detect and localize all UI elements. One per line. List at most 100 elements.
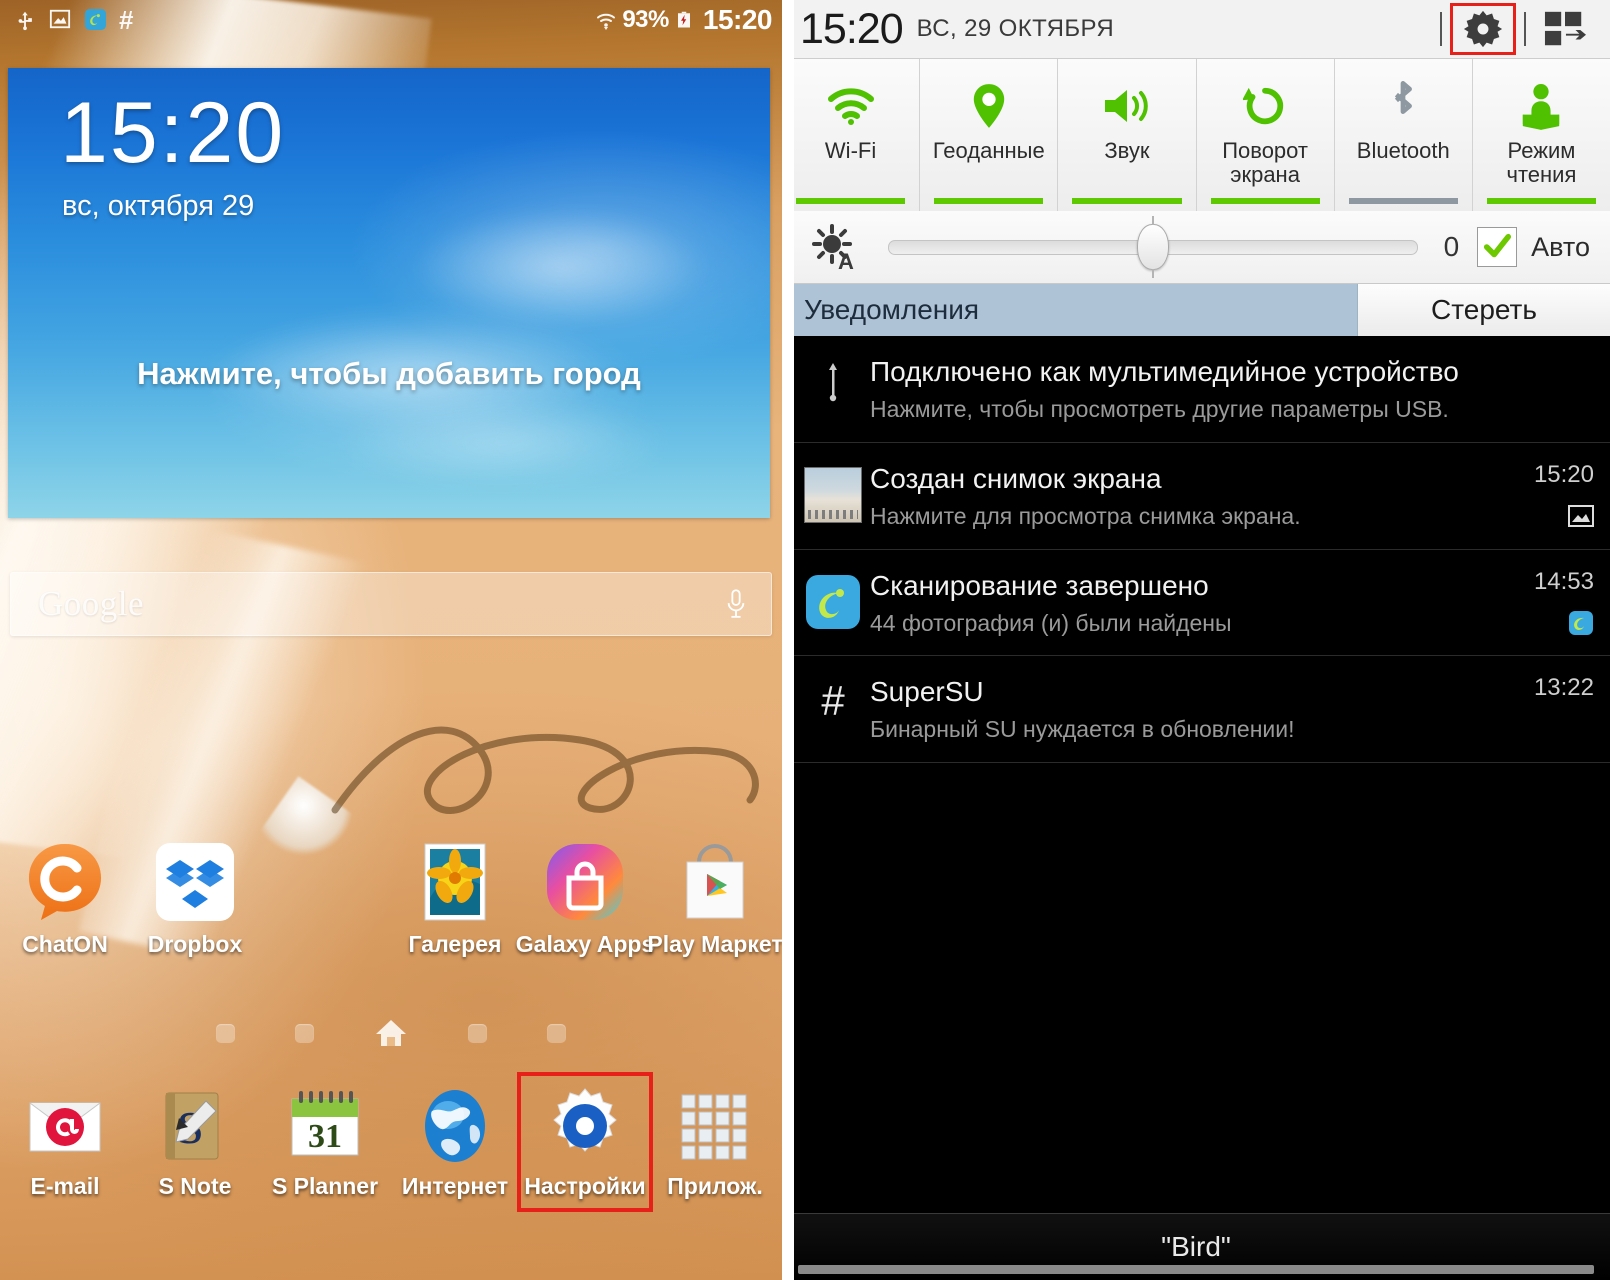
notification-time: 15:20 [1533,460,1594,488]
notification-item[interactable]: Подключено как мультимедийное устройство… [782,336,1610,443]
toggle-location[interactable]: Геоданные [920,59,1059,211]
page-dot[interactable] [468,1023,487,1043]
location-pin-icon [970,77,1008,135]
slider-knob[interactable] [1136,216,1169,278]
dock-item-internet[interactable]: Интернет [390,1085,520,1200]
app-label: Galaxy Apps [515,931,655,957]
app-label: Галерея [408,931,502,957]
dock-label: E-mail [30,1173,100,1199]
status-bar-right: 93% 15:20 [594,4,782,36]
dropbox-icon [153,840,237,924]
widget-add-city-prompt[interactable]: Нажмите, чтобы добавить город [8,356,770,392]
reading-mode-icon [1519,77,1563,135]
notification-subtitle: 44 фотография (и) были найдены [870,609,1232,636]
brightness-value: 0 [1443,231,1460,262]
toggle-reading-mode[interactable]: Режим чтения [1473,59,1610,211]
toggle-label: Wi-Fi [824,138,877,163]
app-dropbox[interactable]: Dropbox [130,840,260,958]
microphone-icon[interactable] [725,587,747,621]
home-screen: # 93% 15:20 15:20 вс, октября 29 Нажмите… [0,0,782,1280]
app-gallery[interactable]: Галерея [390,840,520,958]
volume-icon [1101,77,1153,135]
rotate-icon [1243,77,1287,135]
notification-title: Сканирование завершено [870,569,1209,601]
brightness-slider[interactable] [888,216,1418,278]
image-icon [1568,503,1594,529]
battery-charging-icon [675,8,697,32]
toggle-state-bar [934,198,1044,204]
toggle-label: Bluetooth [1356,138,1450,163]
auto-brightness-label: Авто [1531,231,1590,262]
widget-time: 15:20 [60,85,286,181]
wifi-icon [825,77,877,135]
notification-item[interactable]: # SuperSU Бинарный SU нуждается в обновл… [782,656,1610,763]
toggle-state-bar [1072,198,1182,204]
thumbnail-image [804,466,862,523]
dock-item-email[interactable]: E-mail [0,1085,130,1200]
apps-grid-icon [674,1085,756,1167]
shade-handle[interactable] [798,1265,1594,1274]
screenshot-icon [49,8,71,32]
notification-subtitle: Нажмите для просмотра снимка экрана. [870,502,1301,529]
notification-item[interactable]: Создан снимок экрана Нажмите для просмот… [782,443,1610,550]
screenshot-root: # 93% 15:20 15:20 вс, октября 29 Нажмите… [0,0,1610,1280]
app-chaton[interactable]: ChatON [0,840,130,958]
usb-icon [796,354,870,404]
notification-meta: 13:22 [1504,674,1594,702]
dock-item-settings[interactable]: Настройки [517,1072,653,1212]
calendar-icon: 31 [284,1085,366,1167]
toggle-label: Режим чтения [1506,138,1577,187]
shade-settings-button[interactable] [1450,3,1516,55]
status-bar-clock: 15:20 [702,4,773,35]
multi-window-button[interactable] [1526,3,1604,55]
quick-settings-toggles: Wi-Fi Геоданные Звук Поворот экрана Blue… [782,59,1610,211]
shade-footer[interactable]: "Bird" [782,1213,1610,1280]
toggle-wifi[interactable]: Wi-Fi [782,59,921,211]
multi-window-icon [1544,11,1586,46]
page-indicator [0,1018,782,1048]
dock-item-apps[interactable]: Прилож. [650,1085,780,1200]
app-label: Dropbox [147,931,243,957]
play-store-icon [673,840,757,924]
toggle-label: Геоданные [932,138,1045,163]
wifi-icon [594,8,616,32]
brightness-auto-icon: A [810,222,862,274]
search-input[interactable]: Google [38,584,144,624]
brightness-row: A 0 Авто [782,211,1610,284]
gear-icon [1463,10,1503,48]
toggle-bluetooth[interactable]: Bluetooth [1335,59,1473,211]
snote-icon: S [154,1085,236,1167]
app-spacer-1 [260,840,390,958]
shade-clock: 15:20 [800,4,904,53]
page-dot[interactable] [295,1023,314,1043]
calendar-day: 31 [308,1118,342,1155]
notification-body: SuperSU Бинарный SU нуждается в обновлен… [870,674,1504,744]
notification-item[interactable]: Сканирование завершено 44 фотография (и)… [782,550,1610,657]
widget-date: вс, октября 29 [62,190,255,222]
toggle-screen-rotation[interactable]: Поворот экрана [1197,59,1335,211]
clear-notifications-button[interactable]: Стереть [1357,284,1610,336]
app-play-store[interactable]: Play Маркет [647,840,782,958]
dock-item-snote[interactable]: S S Note [130,1085,260,1200]
notification-body: Подключено как мультимедийное устройство… [870,354,1504,424]
gallery-icon [413,840,497,924]
dock-item-splanner[interactable]: 31 S Planner [260,1085,390,1200]
app-label: Play Маркет [647,931,782,957]
shade-footer-label: "Bird" [1161,1231,1231,1262]
settings-gear-icon [544,1085,626,1167]
notification-time: 14:53 [1533,567,1594,595]
home-icon[interactable] [374,1018,408,1048]
google-search-bar[interactable]: Google [10,572,772,636]
supersu-hash-icon: # [821,677,845,725]
page-dot[interactable] [547,1023,566,1043]
home-app-row: ChatON Dropbox Галерея Galaxy Apps Play … [0,840,782,958]
email-icon [24,1085,106,1167]
notifications-title: Уведомления [804,294,980,325]
weather-clock-widget[interactable]: 15:20 вс, октября 29 Нажмите, чтобы доба… [8,68,770,518]
notification-body: Сканирование завершено 44 фотография (и)… [870,568,1504,638]
auto-brightness-checkbox[interactable] [1477,227,1518,267]
status-bar: # 93% 15:20 [0,0,782,40]
toggle-sound[interactable]: Звук [1058,59,1197,211]
app-galaxy-apps[interactable]: Galaxy Apps [516,840,654,958]
page-dot[interactable] [216,1023,235,1043]
